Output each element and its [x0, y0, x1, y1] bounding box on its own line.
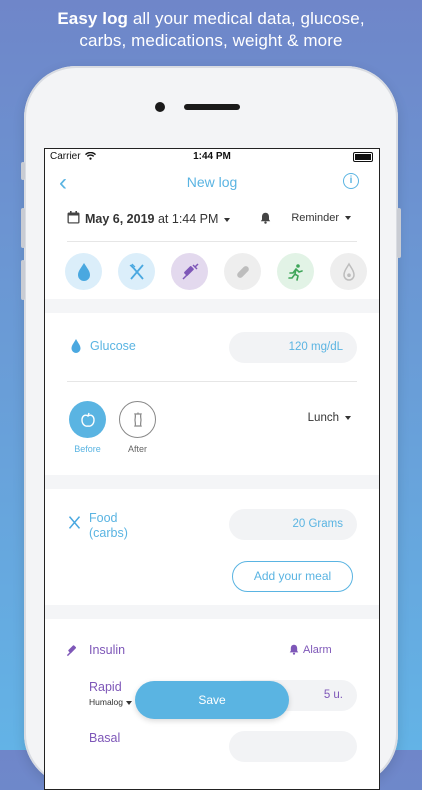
- reminder-dropdown[interactable]: Reminder: [291, 212, 351, 224]
- earpiece-speaker: [184, 104, 240, 110]
- drop-icon: [77, 262, 90, 281]
- calendar-icon: [67, 211, 80, 224]
- phone-frame: Carrier 1:44 PM ‹ New log i May 6, 2019 …: [21, 66, 401, 790]
- time-text: at 1:44 PM: [154, 212, 219, 226]
- syringe-icon: [181, 262, 199, 280]
- tagline-bold: Easy log: [57, 9, 129, 28]
- tagline: Easy log all your medical data, glucose,…: [0, 8, 422, 52]
- rapid-brand-dropdown[interactable]: Humalog: [89, 697, 133, 707]
- tagline-line1: all your medical data, glucose,: [128, 9, 365, 28]
- chevron-down-icon: [224, 217, 231, 222]
- section-separator: [45, 605, 379, 619]
- syringe-icon: [66, 645, 77, 657]
- after-meal-toggle[interactable]: [119, 401, 156, 438]
- status-time: 1:44 PM: [193, 151, 231, 162]
- rapid-label: Rapid: [89, 680, 122, 694]
- category-medication[interactable]: [224, 253, 261, 290]
- meal-dropdown[interactable]: Lunch: [308, 412, 351, 424]
- date-row: May 6, 2019 at 1:44 PM Reminder: [67, 209, 367, 231]
- section-separator: [45, 299, 379, 313]
- chevron-down-icon: [345, 415, 351, 420]
- category-insulin[interactable]: [171, 253, 208, 290]
- divider: [67, 381, 357, 382]
- category-glucose[interactable]: [65, 253, 102, 290]
- save-button[interactable]: Save: [135, 681, 289, 719]
- front-camera: [155, 102, 165, 112]
- category-food[interactable]: [118, 253, 155, 290]
- before-label: Before: [74, 444, 101, 454]
- basal-units-input[interactable]: [229, 731, 357, 762]
- basal-label: Basal: [89, 731, 121, 745]
- section-separator: [45, 475, 379, 489]
- category-other[interactable]: [330, 253, 367, 290]
- volume-up-button: [21, 208, 25, 248]
- power-button: [397, 208, 401, 258]
- bell-icon: [260, 212, 271, 224]
- pill-icon: [236, 265, 249, 278]
- after-label: After: [127, 444, 147, 454]
- before-meal-toggle[interactable]: [69, 401, 106, 438]
- insulin-alarm-button[interactable]: Alarm: [303, 644, 332, 656]
- mute-switch: [21, 162, 25, 180]
- bell-icon: [289, 644, 299, 655]
- tagline-line2: carbs, medications, weight & more: [79, 31, 343, 50]
- volume-down-button: [21, 260, 25, 300]
- glucose-label: Glucose: [90, 339, 136, 353]
- apple-core-icon: [133, 412, 142, 427]
- drop-outline-icon: [342, 262, 355, 281]
- info-icon[interactable]: i: [343, 173, 359, 189]
- apple-icon: [80, 412, 95, 427]
- drop-icon: [71, 339, 81, 353]
- status-bar: Carrier 1:44 PM: [45, 149, 379, 165]
- date-picker[interactable]: May 6, 2019 at 1:44 PM: [85, 212, 231, 226]
- fork-knife-icon: [129, 263, 144, 280]
- divider: [67, 241, 357, 242]
- running-icon: [287, 263, 303, 281]
- glucose-value-input[interactable]: 120 mg/dL: [229, 332, 357, 363]
- add-meal-button[interactable]: Add your meal: [232, 561, 353, 592]
- date-text: May 6, 2019: [85, 212, 155, 226]
- carbs-value-input[interactable]: 20 Grams: [229, 509, 357, 540]
- chevron-down-icon: [345, 216, 351, 221]
- category-activity[interactable]: [277, 253, 314, 290]
- nav-bar: ‹ New log i: [45, 169, 379, 199]
- app-screen: Carrier 1:44 PM ‹ New log i May 6, 2019 …: [44, 148, 380, 790]
- battery-icon: [353, 152, 373, 162]
- insulin-label: Insulin: [89, 643, 126, 657]
- food-label: Food (carbs): [89, 511, 128, 540]
- page-title: New log: [186, 174, 238, 190]
- chevron-down-icon: [126, 700, 133, 705]
- fork-knife-icon: [68, 516, 81, 529]
- category-selector: [65, 253, 367, 293]
